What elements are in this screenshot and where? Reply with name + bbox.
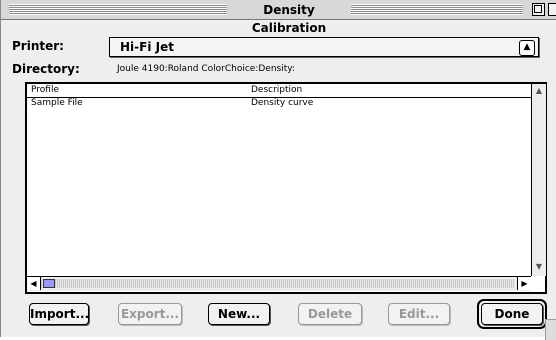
printer-popup-menu[interactable]: Hi-Fi Jet ▲︎ bbox=[109, 37, 539, 57]
horizontal-scroll-thumb[interactable] bbox=[43, 279, 55, 288]
horizontal-scroll-track[interactable] bbox=[41, 279, 515, 288]
window-title: Density Calibration bbox=[251, 3, 327, 35]
profile-list: Profile Description Sample File Density … bbox=[25, 82, 547, 294]
list-header: Profile Description bbox=[27, 85, 531, 98]
scroll-left-icon[interactable]: ◀ bbox=[27, 277, 41, 290]
profile-list-content: Profile Description Sample File Density … bbox=[27, 84, 531, 274]
vertical-scrollbar[interactable]: ▲ ▼ bbox=[531, 84, 546, 276]
popup-arrows-icon: ▲︎ bbox=[519, 40, 535, 56]
printer-label: Printer: bbox=[12, 39, 64, 53]
scroll-down-icon[interactable]: ▼ bbox=[532, 260, 546, 274]
scroll-right-icon[interactable]: ▶ bbox=[517, 277, 531, 290]
table-row[interactable]: Sample File Density curve bbox=[27, 98, 531, 110]
done-button[interactable]: Done bbox=[481, 303, 543, 325]
column-header-profile: Profile bbox=[31, 85, 59, 95]
title-bar-stripes-left bbox=[9, 4, 227, 15]
directory-path: Joule 4190:Roland ColorChoice:Density: bbox=[117, 64, 295, 74]
printer-selected-value: Hi-Fi Jet bbox=[120, 40, 174, 54]
new-button[interactable]: New... bbox=[208, 303, 270, 325]
directory-label: Directory: bbox=[12, 62, 80, 76]
column-header-description: Description bbox=[251, 85, 303, 95]
import-button[interactable]: Import... bbox=[29, 303, 89, 325]
horizontal-scrollbar[interactable]: ◀ ▶ bbox=[27, 276, 531, 291]
row-profile: Sample File bbox=[31, 98, 83, 108]
edit-button[interactable]: Edit... bbox=[388, 303, 450, 325]
density-calibration-window: Density Calibration Printer: Hi-Fi Jet ▲… bbox=[0, 0, 556, 340]
row-description: Density curve bbox=[251, 98, 314, 108]
title-bar[interactable]: Density Calibration bbox=[1, 0, 556, 35]
collapse-box-icon[interactable] bbox=[548, 3, 556, 16]
delete-button[interactable]: Delete bbox=[298, 303, 362, 325]
zoom-box-icon[interactable] bbox=[532, 3, 545, 16]
scroll-up-icon[interactable]: ▲ bbox=[532, 84, 546, 98]
export-button[interactable]: Export... bbox=[118, 303, 182, 325]
title-bar-stripes-right bbox=[351, 4, 523, 15]
